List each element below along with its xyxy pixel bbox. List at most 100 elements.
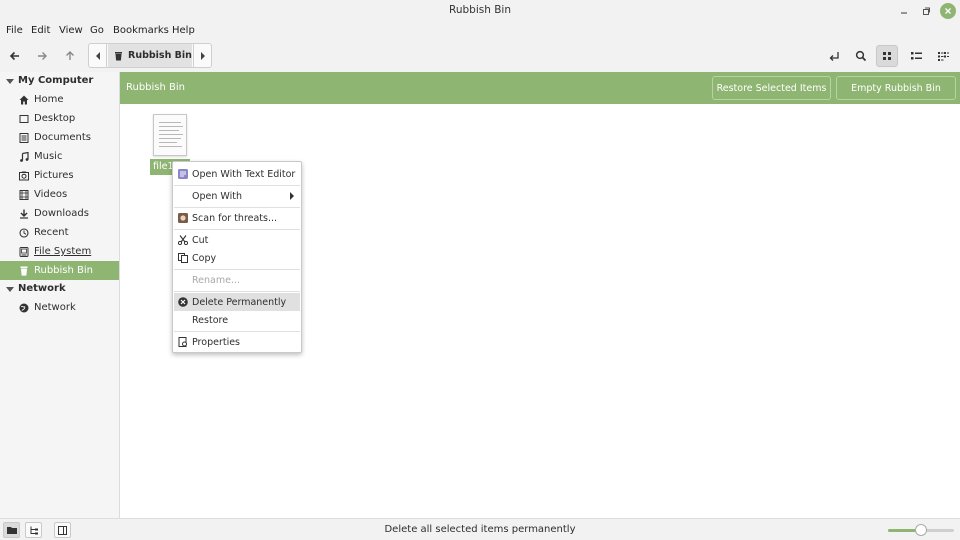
back-button[interactable] — [4, 45, 26, 67]
picture-icon — [19, 171, 29, 180]
copy-icon — [178, 253, 188, 263]
menu-edit[interactable]: Edit — [31, 25, 50, 36]
restore-selected-button[interactable]: Restore Selected Items — [712, 76, 831, 100]
sidebar-item-label: Documents — [34, 132, 92, 143]
sidebar-item-label: Network — [34, 302, 76, 313]
menu-item-rename: Rename... — [192, 274, 241, 286]
minimize-icon[interactable] — [896, 3, 912, 19]
compact-list-icon — [937, 52, 949, 61]
menu-bookmarks[interactable]: Bookmarks — [113, 25, 169, 36]
menu-view[interactable]: View — [59, 25, 83, 36]
drive-icon — [19, 246, 29, 257]
path-scroll-right-button[interactable] — [193, 44, 211, 67]
menu-item-delete-permanently[interactable]: Delete Permanently — [174, 293, 300, 311]
status-bar: Delete all selected items permanently — [0, 518, 960, 540]
menu-go[interactable]: Go — [90, 25, 104, 36]
icon-view-button[interactable] — [876, 45, 898, 67]
home-icon — [19, 95, 29, 104]
menu-help[interactable]: Help — [172, 25, 195, 36]
sidebar-item-label: Music — [34, 151, 63, 162]
sidebar-item-label: Downloads — [34, 208, 89, 219]
delete-icon — [178, 297, 188, 307]
sidebar-item-label: Recent — [34, 227, 69, 238]
menu-file[interactable]: File — [6, 25, 23, 36]
sidebar-section-network[interactable]: Network — [6, 283, 66, 294]
trash-icon — [115, 51, 122, 60]
text-editor-icon — [178, 169, 188, 179]
rubbish-bin-banner: Rubbish Bin Restore Selected Items Empty… — [120, 72, 960, 104]
sidebar-item-documents[interactable]: Documents — [0, 128, 119, 147]
properties-icon — [178, 337, 187, 347]
sidebar-item-network[interactable]: Network — [0, 298, 119, 317]
menu-item-copy[interactable]: Copy — [174, 249, 300, 267]
banner-label: Rubbish Bin — [126, 82, 186, 93]
sidebar-item-home[interactable]: Home — [0, 90, 119, 109]
sidebar-item-videos[interactable]: Videos — [0, 185, 119, 204]
empty-rubbish-bin-button[interactable]: Empty Rubbish Bin — [836, 76, 956, 100]
document-icon — [19, 132, 29, 143]
window-title: Rubbish Bin — [449, 4, 511, 16]
menu-item-open-with[interactable]: Open With — [174, 187, 300, 205]
chevron-down-icon — [6, 286, 14, 292]
menu-bar: File Edit View Go Bookmarks Help — [0, 22, 960, 40]
sidebar-item-rubbish-bin[interactable]: Rubbish Bin — [0, 261, 119, 280]
status-text: Delete all selected items permanently — [384, 524, 576, 535]
sidebar-item-recent[interactable]: Recent — [0, 223, 119, 242]
chevron-down-icon — [6, 78, 14, 84]
menu-item-restore[interactable]: Restore — [174, 311, 300, 329]
arrow-up-icon — [66, 51, 74, 60]
maximize-icon[interactable] — [918, 3, 934, 19]
compact-view-button[interactable] — [932, 45, 954, 67]
menu-item-properties[interactable]: Properties — [174, 333, 300, 351]
trash-icon — [20, 266, 28, 276]
sidebar-item-label: Videos — [34, 189, 68, 200]
breadcrumb-rubbish-bin[interactable]: Rubbish Bin — [108, 44, 192, 67]
sidebar-item-downloads[interactable]: Downloads — [0, 204, 119, 223]
sidebar-section-label: Network — [18, 283, 66, 294]
sidebar-item-pictures[interactable]: Pictures — [0, 166, 119, 185]
toggle-location-button[interactable] — [823, 45, 845, 67]
recent-icon — [19, 227, 29, 238]
menu-item-open-with-text-editor[interactable]: Open With Text Editor — [174, 165, 300, 183]
list-icon — [910, 52, 922, 60]
sidebar-section-my-computer[interactable]: My Computer — [6, 75, 93, 86]
context-menu: Open With Text Editor Open With Scan for… — [172, 161, 302, 353]
arrow-left-icon — [9, 51, 19, 61]
network-icon — [19, 303, 29, 312]
sidebar-item-music[interactable]: Music — [0, 147, 119, 166]
title-bar: Rubbish Bin — [0, 0, 960, 22]
search-button[interactable] — [850, 45, 872, 67]
grid-icon — [883, 52, 891, 60]
scissors-icon — [178, 235, 188, 245]
zoom-slider[interactable] — [888, 524, 954, 536]
sidebar-item-file-system[interactable]: File System — [0, 242, 119, 261]
sidebar-item-desktop[interactable]: Desktop — [0, 109, 119, 128]
arrow-right-icon — [38, 52, 47, 60]
download-icon — [20, 209, 28, 219]
toolbar: Rubbish Bin — [0, 40, 960, 72]
video-icon — [19, 189, 29, 200]
sidebar: My Computer Home Desktop Documents Music… — [0, 72, 120, 518]
music-icon — [20, 151, 29, 162]
breadcrumb-label: Rubbish Bin — [128, 50, 192, 61]
path-bar: Rubbish Bin — [88, 43, 212, 68]
sidebar-item-label: Pictures — [34, 170, 74, 181]
forward-button[interactable] — [31, 45, 53, 67]
list-view-button[interactable] — [905, 45, 927, 67]
shield-icon — [178, 213, 188, 223]
menu-item-cut[interactable]: Cut — [174, 231, 300, 249]
zoom-slider-handle[interactable] — [915, 524, 927, 536]
text-file-icon[interactable] — [153, 114, 187, 156]
chevron-right-icon — [200, 51, 205, 60]
close-icon[interactable] — [940, 3, 956, 19]
sidebar-item-label: Rubbish Bin — [34, 265, 94, 276]
chevron-left-icon — [95, 51, 100, 60]
sidebar-section-label: My Computer — [18, 75, 94, 86]
up-button[interactable] — [59, 45, 81, 67]
menu-item-scan-for-threats[interactable]: Scan for threats... — [174, 209, 300, 227]
sidebar-item-label: File System — [34, 246, 92, 257]
path-scroll-left-button[interactable] — [89, 44, 107, 67]
sidebar-item-label: Desktop — [34, 113, 76, 124]
desktop-icon — [19, 114, 29, 123]
location-toggle-icon — [829, 52, 839, 61]
